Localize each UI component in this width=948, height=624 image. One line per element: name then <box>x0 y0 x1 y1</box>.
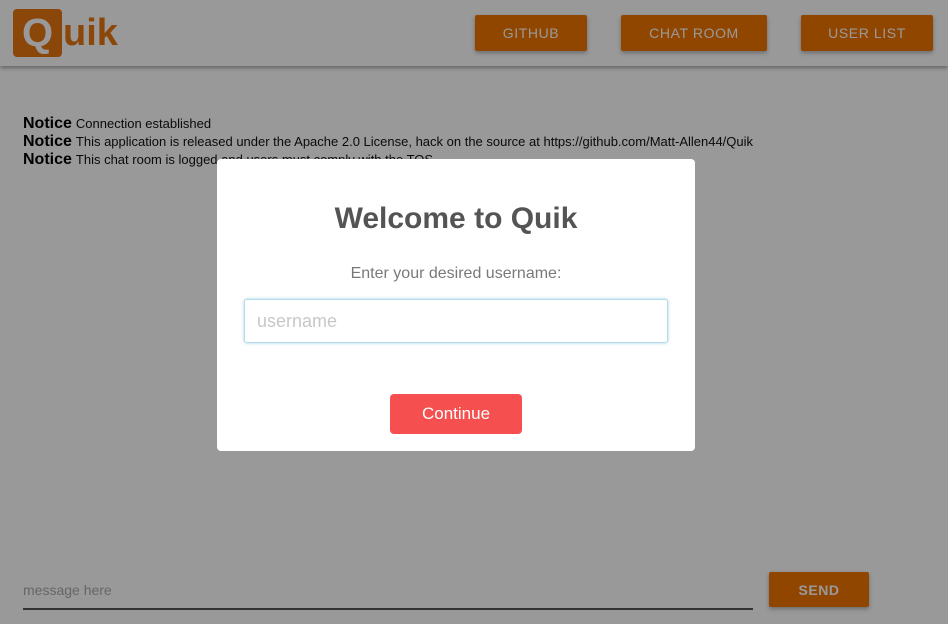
username-input[interactable] <box>244 299 668 343</box>
dialog-title: Welcome to Quik <box>334 202 578 235</box>
username-dialog: Welcome to Quik Enter your desired usern… <box>217 159 695 451</box>
app-root: Q uik GITHUB CHAT ROOM USER LIST Notice C… <box>0 0 948 624</box>
continue-button[interactable]: Continue <box>390 394 522 434</box>
dialog-prompt: Enter your desired username: <box>350 265 562 282</box>
